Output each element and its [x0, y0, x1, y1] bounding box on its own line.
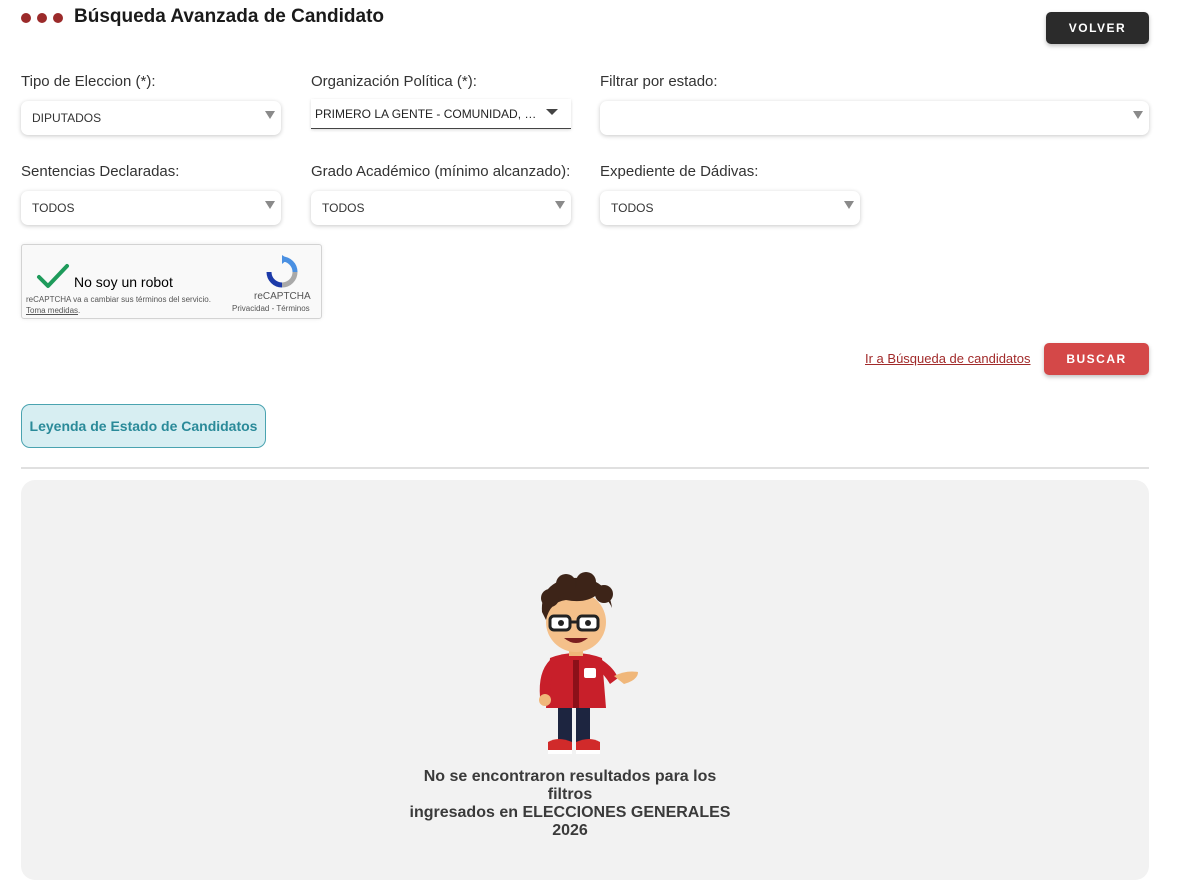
page-title: Búsqueda Avanzada de Candidato — [74, 6, 385, 27]
organizacion-value: PRIMERO LA GENTE - COMUNIDAD, ECOLOGÍA, … — [315, 106, 541, 121]
divider — [21, 467, 1149, 469]
tipo-eleccion-select[interactable]: DIPUTADOS — [21, 101, 281, 135]
dot-3 — [53, 13, 63, 23]
recaptcha-notice: reCAPTCHA va a cambiar sus términos del … — [26, 294, 226, 316]
tipo-eleccion-value: DIPUTADOS — [32, 111, 102, 125]
mascot-character-icon — [539, 572, 638, 754]
recaptcha-notice-text: reCAPTCHA va a cambiar sus términos del … — [26, 295, 211, 304]
links-separator: - — [271, 304, 275, 313]
dadivas-value: TODOS — [611, 201, 654, 215]
dadivas-select[interactable]: TODOS — [600, 191, 860, 225]
dadivas-label: Expediente de Dádivas: — [600, 163, 759, 180]
dropdown-arrow-icon — [1133, 111, 1143, 119]
recaptcha-widget: No soy un robot reCAPTCHA va a cambiar s… — [21, 244, 322, 319]
dropdown-arrow-icon — [265, 111, 275, 119]
grado-label: Grado Académico (mínimo alcanzado): — [311, 163, 571, 180]
tipo-eleccion-label: Tipo de Eleccion (*): — [21, 73, 156, 90]
go-to-search-link[interactable]: Ir a Búsqueda de candidatos — [865, 351, 1031, 366]
organizacion-select[interactable]: PRIMERO LA GENTE - COMUNIDAD, ECOLOGÍA, … — [311, 99, 571, 129]
dropdown-arrow-icon — [265, 201, 275, 209]
grado-value: TODOS — [322, 201, 365, 215]
header-dots — [21, 13, 63, 23]
recaptcha-checkbox[interactable] — [36, 263, 70, 296]
back-button[interactable]: VOLVER — [1046, 12, 1149, 44]
dropdown-arrow-icon — [546, 109, 558, 115]
no-results-message: No se encontraron resultados para los fi… — [400, 768, 740, 840]
no-results-line-2: ingresados en ELECCIONES GENERALES — [409, 804, 731, 821]
terms-link[interactable]: Términos — [276, 304, 309, 313]
privacy-link[interactable]: Privacidad — [232, 304, 269, 313]
no-results-line-3: 2026 — [552, 822, 588, 839]
recaptcha-links: Privacidad - Términos — [232, 304, 310, 313]
grado-select[interactable]: TODOS — [311, 191, 571, 225]
organizacion-label: Organización Política (*): — [311, 73, 477, 90]
recaptcha-logo-icon — [265, 255, 299, 294]
sentencias-select[interactable]: TODOS — [21, 191, 281, 225]
search-button[interactable]: BUSCAR — [1044, 343, 1149, 375]
recaptcha-brand: reCAPTCHA — [254, 291, 311, 302]
sentencias-value: TODOS — [32, 201, 75, 215]
dropdown-arrow-icon — [844, 201, 854, 209]
mascot-illustration — [520, 572, 645, 767]
estado-label: Filtrar por estado: — [600, 73, 718, 90]
estado-select[interactable] — [600, 101, 1149, 135]
dot-1 — [21, 13, 31, 23]
checkmark-icon — [37, 264, 69, 288]
dot-2 — [37, 13, 47, 23]
no-results-line-1: No se encontraron resultados para los fi… — [423, 768, 717, 803]
dropdown-arrow-icon — [555, 201, 565, 209]
legend-button[interactable]: Leyenda de Estado de Candidatos — [21, 404, 266, 448]
recaptcha-notice-link[interactable]: Toma medidas — [26, 306, 78, 315]
recaptcha-label: No soy un robot — [74, 274, 173, 290]
sentencias-label: Sentencias Declaradas: — [21, 163, 180, 180]
notice-period: . — [78, 306, 81, 315]
